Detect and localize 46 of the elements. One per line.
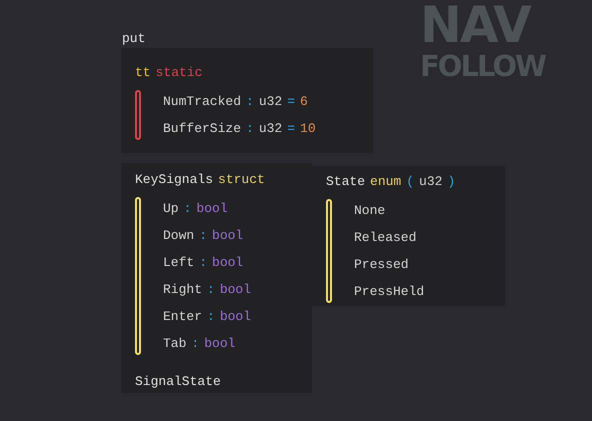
node-label: put (122, 31, 146, 47)
node-keyword: static (156, 64, 202, 82)
field-name: Right (163, 280, 202, 299)
colon: : (207, 308, 215, 326)
node-name: State (326, 173, 366, 192)
colon: : (246, 120, 254, 138)
node-card[interactable]: KeySignals struct Up : bool Down : bool Left : bool Right : bool Enter : bool Tab : bool SignalState (121, 163, 312, 393)
field-name: Released (354, 228, 416, 247)
equals-sign: = (287, 120, 296, 138)
field-type: bool (212, 254, 244, 272)
node-label: SignalState (135, 374, 222, 390)
colon: : (207, 280, 215, 299)
field-type: bool (212, 226, 244, 245)
field-type: u32 (258, 92, 282, 111)
node-keyword: enum (370, 173, 402, 192)
field-name: Tab (163, 334, 186, 353)
field-name: Down (163, 226, 194, 245)
field-name: BufferSize (163, 120, 242, 138)
field-name: PressHeld (354, 282, 424, 301)
colon: : (191, 334, 200, 353)
field-type: bool (204, 334, 236, 353)
field-name: NumTracked (163, 92, 242, 111)
colon: : (246, 92, 254, 111)
field-type: u32 (258, 120, 282, 138)
field-type: bool (196, 200, 228, 218)
node-card[interactable]: State enum ( u32 ) None Released Pressed PressHeld (312, 166, 505, 306)
field-name: Pressed (354, 256, 409, 274)
node-keyword: struct (218, 171, 265, 190)
field-value: 10 (300, 120, 316, 138)
node-card[interactable]: tt static NumTracked : u32 = 6 BufferSize : u32 = 10 (121, 48, 373, 153)
colon: : (184, 200, 192, 218)
paren: ( (406, 173, 414, 192)
field-name: Up (163, 200, 179, 218)
node-type: u32 (419, 173, 442, 192)
field-name: Enter (163, 308, 202, 326)
field-name: None (354, 202, 386, 220)
field-type: bool (220, 308, 252, 326)
field-type: bool (220, 280, 252, 299)
field-name: Left (163, 254, 194, 272)
colon: : (199, 226, 208, 245)
equals-sign: = (287, 92, 296, 111)
field-value: 6 (300, 92, 308, 111)
colon: : (199, 254, 208, 272)
node-name: KeySignals (135, 171, 214, 190)
node-name: tt (135, 64, 151, 82)
paren: ) (447, 173, 456, 192)
